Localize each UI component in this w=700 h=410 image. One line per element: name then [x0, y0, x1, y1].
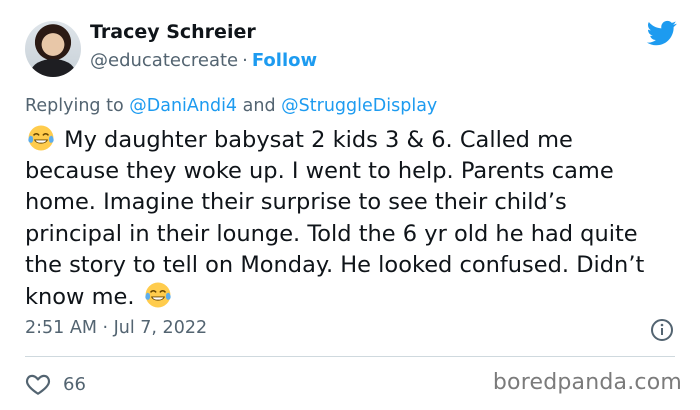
author-handle[interactable]: @educatecreate	[90, 50, 238, 71]
mention-danianandi4[interactable]: @DaniAndi4	[129, 96, 237, 116]
avatar-shoulders	[31, 59, 75, 77]
tweet-header: Tracey Schreier @educatecreate · Follow	[25, 18, 680, 88]
heart-icon[interactable]	[25, 371, 51, 397]
mention-struggledisplay[interactable]: @StruggleDisplay	[281, 96, 437, 116]
divider	[25, 356, 675, 357]
author-name[interactable]: Tracey Schreier	[90, 21, 256, 43]
tweet-timestamp[interactable]: 2:51 AM · Jul 7, 2022	[25, 318, 207, 338]
handle-row: @educatecreate · Follow	[90, 50, 317, 71]
separator-dot: ·	[242, 50, 248, 71]
tears-of-joy-emoji-icon	[28, 125, 54, 151]
reply-conjunction: and	[242, 96, 276, 116]
twitter-bird-icon[interactable]	[644, 18, 680, 48]
replying-to: Replying to @DaniAndi4 and @StruggleDisp…	[25, 96, 437, 116]
like-button[interactable]: 66	[25, 371, 86, 397]
info-icon[interactable]	[650, 318, 674, 342]
tears-of-joy-emoji-icon	[145, 282, 171, 308]
tweet-body: My daughter babysat 2 kids 3 & 6. Called…	[25, 124, 665, 313]
like-count: 66	[63, 373, 86, 395]
avatar[interactable]	[25, 21, 81, 77]
reply-prefix: Replying to	[25, 96, 124, 116]
follow-button[interactable]: Follow	[252, 50, 317, 71]
tweet-text: My daughter babysat 2 kids 3 & 6. Called…	[25, 127, 645, 311]
watermark: boredpanda.com	[492, 370, 682, 395]
